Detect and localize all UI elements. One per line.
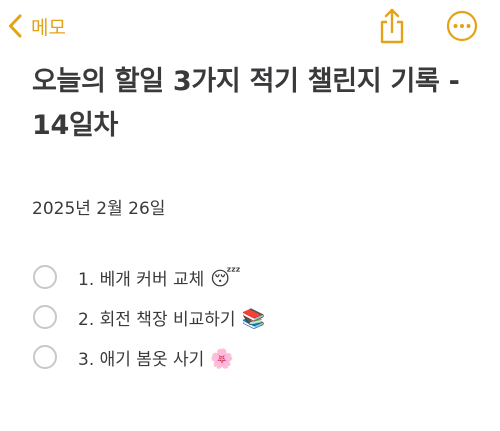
navigation-bar: 메모 [0, 0, 500, 52]
checklist-item-text[interactable]: 3. 애기 봄옷 사기 🌸 [78, 345, 234, 370]
cherry-blossom-emoji: 🌸 [210, 347, 234, 370]
checklist-item: 3. 애기 봄옷 사기 🌸 [33, 337, 473, 377]
checklist-item-text[interactable]: 1. 베개 커버 교체 😴 [78, 265, 241, 290]
note-title[interactable]: 오늘의 할일 3가지 적기 챌린지 기록 - 14일차 [32, 60, 472, 148]
chevron-left-icon [8, 14, 22, 38]
checkbox[interactable] [33, 345, 57, 369]
sleeping-face-emoji: 😴 [210, 267, 241, 290]
checklist: 1. 베개 커버 교체 😴 2. 회전 책장 비교하기 📚 3. 애기 봄옷 사기 🌸 [33, 257, 473, 377]
books-emoji: 📚 [241, 307, 266, 330]
share-icon [376, 8, 408, 50]
more-button[interactable] [446, 10, 478, 42]
note-date[interactable]: 2025년 2월 26일 [32, 194, 165, 219]
checkbox[interactable] [33, 305, 57, 329]
share-button[interactable] [376, 6, 408, 46]
checklist-item: 2. 회전 책장 비교하기 📚 [33, 297, 473, 337]
ellipsis-circle-icon [446, 10, 478, 46]
checkbox[interactable] [33, 265, 57, 289]
checklist-item-text[interactable]: 2. 회전 책장 비교하기 📚 [78, 305, 265, 330]
back-label: 메모 [31, 16, 66, 39]
back-button[interactable]: 메모 [8, 8, 66, 44]
checklist-item: 1. 베개 커버 교체 😴 [33, 257, 473, 297]
